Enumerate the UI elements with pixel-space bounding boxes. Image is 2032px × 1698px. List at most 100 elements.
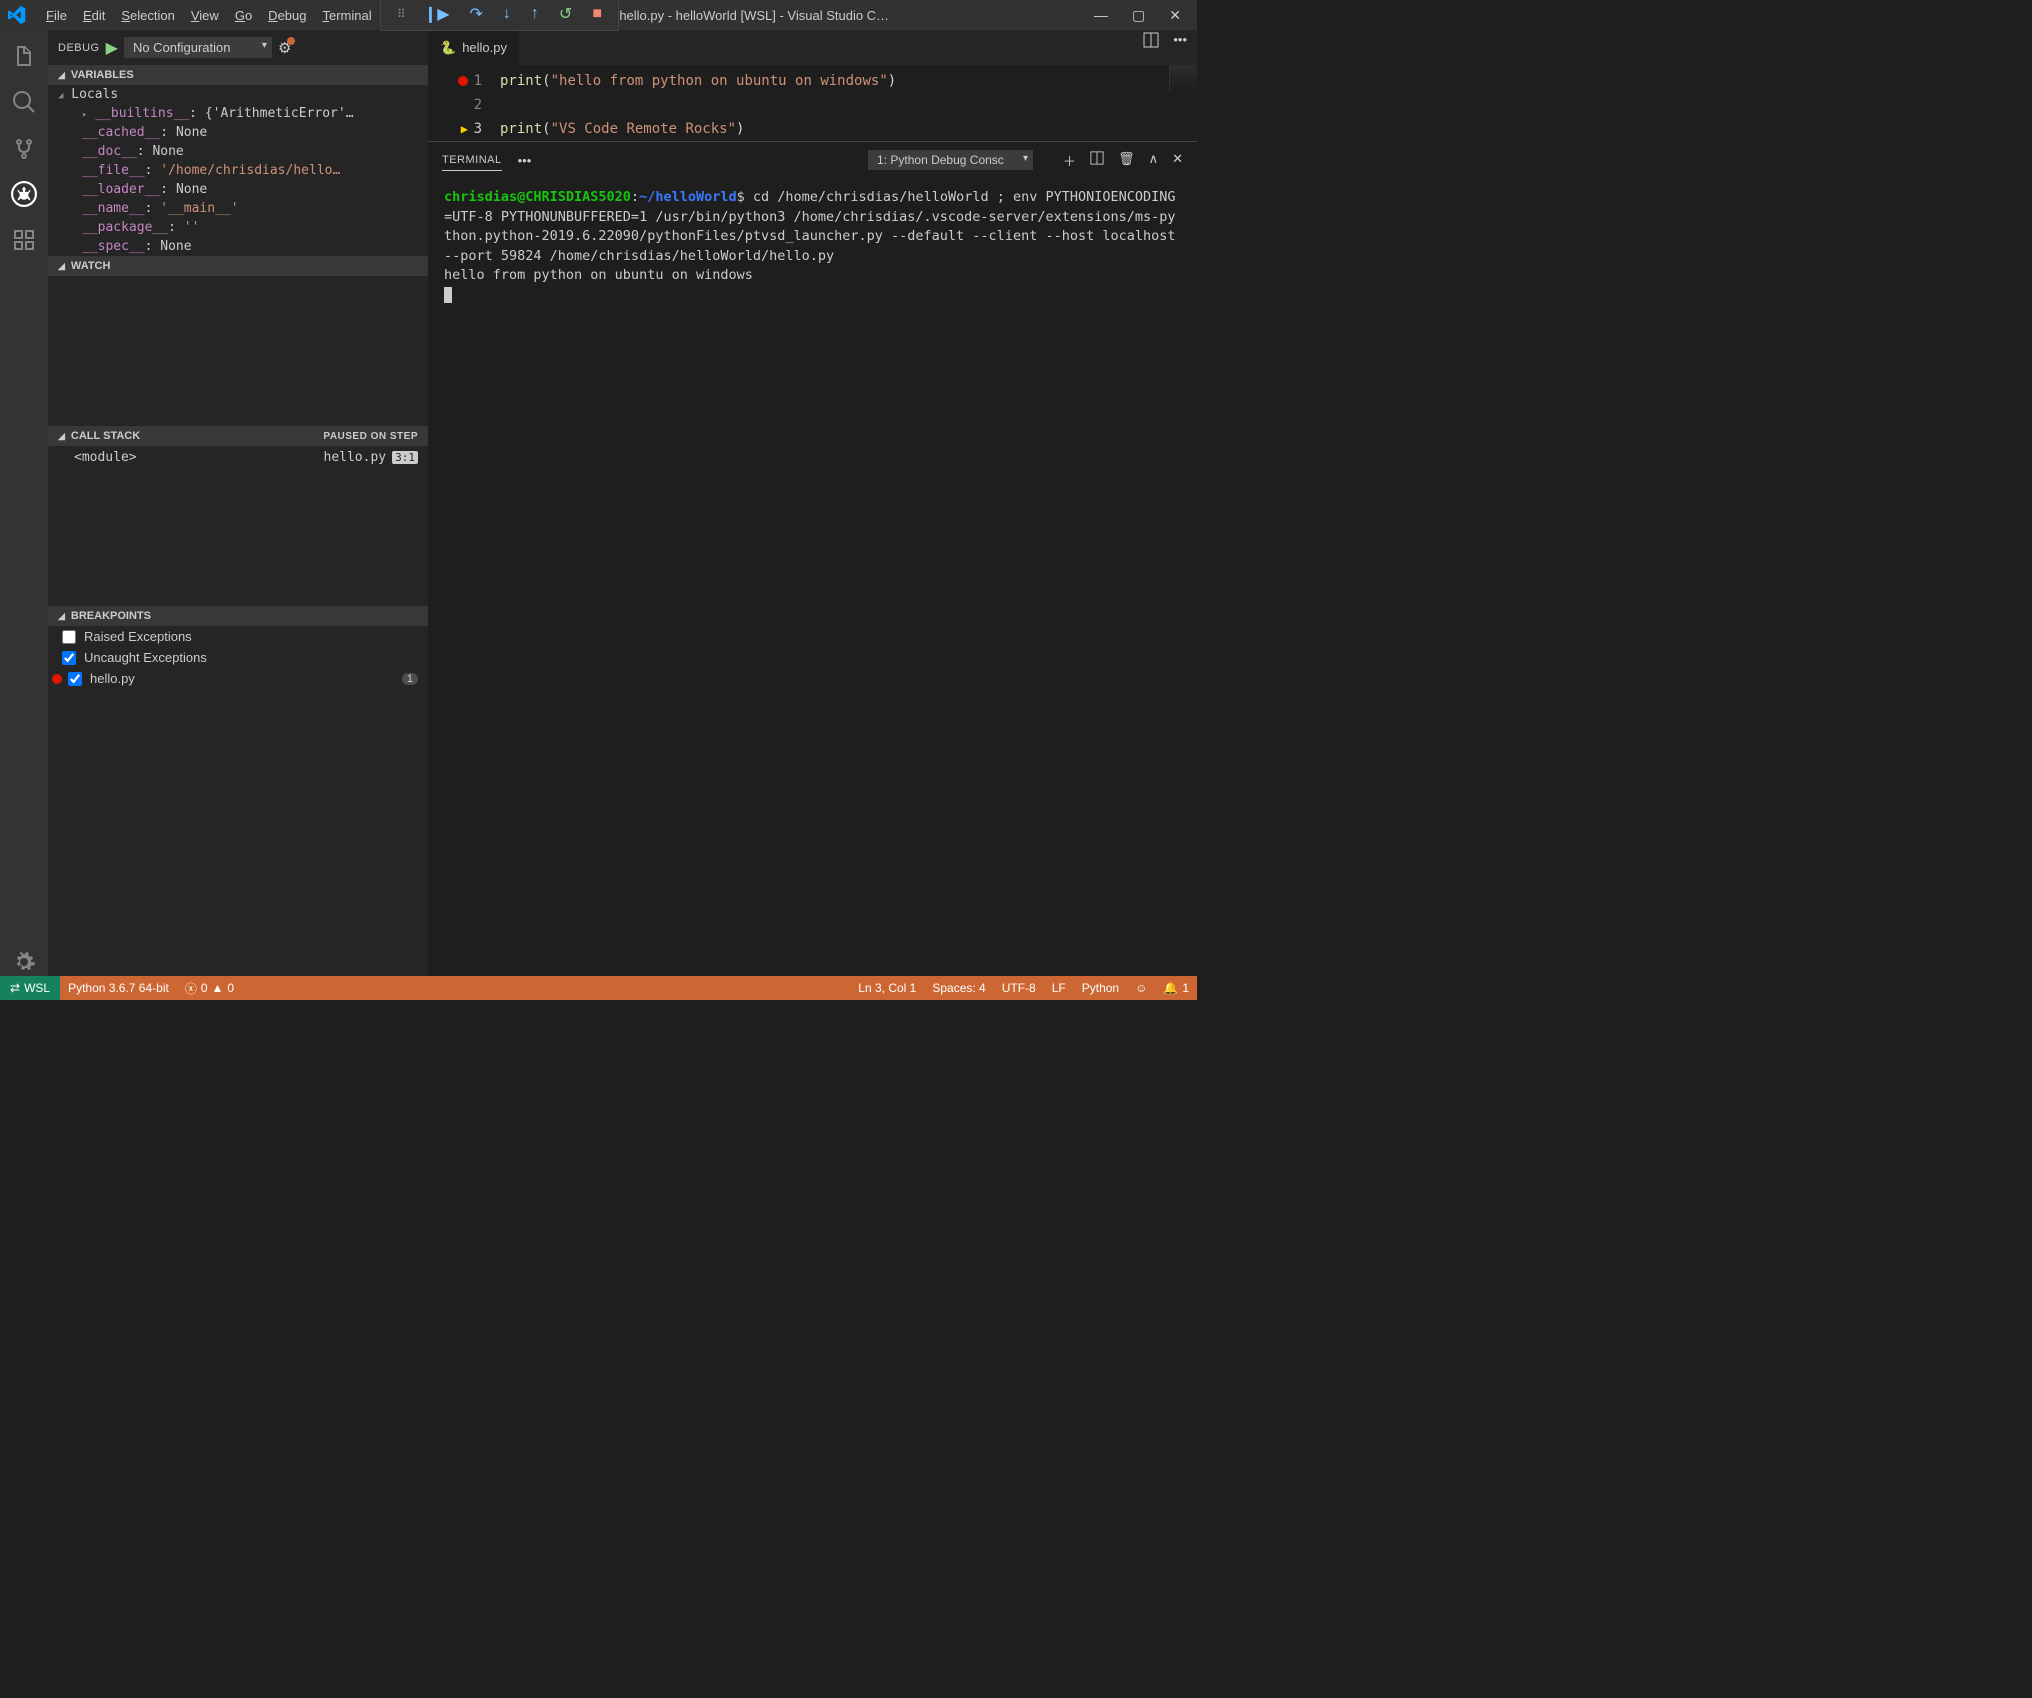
minimap[interactable] bbox=[1169, 65, 1197, 91]
gutter[interactable] bbox=[428, 76, 472, 86]
continue-button[interactable]: ❙▶ bbox=[424, 4, 450, 24]
settings-icon[interactable] bbox=[10, 948, 38, 976]
source-control-icon[interactable] bbox=[10, 134, 38, 162]
breakpoint-row[interactable]: hello.py 1 bbox=[48, 668, 428, 689]
panel: TERMINAL ••• 1: Python Debug Consc ＋ 🗑 ∧… bbox=[428, 141, 1197, 631]
code-line[interactable]: 2 bbox=[428, 93, 1197, 117]
variable-row[interactable]: ▸ __builtins__: {'ArithmeticError'… bbox=[48, 104, 428, 123]
encoding[interactable]: UTF-8 bbox=[994, 976, 1044, 1000]
menu-view[interactable]: View bbox=[183, 8, 227, 23]
breakpoint-checkbox[interactable] bbox=[62, 651, 76, 665]
breakpoint-label: Uncaught Exceptions bbox=[84, 650, 207, 665]
chevron-right-icon: ▸ bbox=[82, 110, 87, 120]
debug-toolbar[interactable]: ⠿ ❙▶ ↷ ↓ ↑ ↺ ■ bbox=[380, 0, 619, 31]
stop-button[interactable]: ■ bbox=[592, 5, 602, 23]
menu-file[interactable]: File bbox=[38, 8, 75, 23]
new-terminal-button[interactable]: ＋ bbox=[1063, 151, 1076, 170]
variable-row[interactable]: __package__: '' bbox=[48, 218, 428, 237]
gutter[interactable]: ▶ bbox=[428, 122, 472, 136]
minimize-button[interactable]: — bbox=[1094, 7, 1108, 24]
variable-row[interactable]: __spec__: None bbox=[48, 237, 428, 256]
current-line-icon: ▶ bbox=[461, 122, 468, 136]
breakpoint-row[interactable]: Raised Exceptions bbox=[48, 626, 428, 647]
remote-indicator[interactable]: ⇄WSL bbox=[0, 976, 60, 1000]
variables-section-header[interactable]: VARIABLES bbox=[48, 65, 428, 85]
extensions-icon[interactable] bbox=[10, 226, 38, 254]
callstack-section-header[interactable]: CALL STACKPAUSED ON STEP bbox=[48, 426, 428, 446]
breakpoint-label: Raised Exceptions bbox=[84, 629, 192, 644]
close-button[interactable]: ✕ bbox=[1169, 7, 1181, 24]
feedback-button[interactable]: ☺ bbox=[1127, 976, 1155, 1000]
watch-section-header[interactable]: WATCH bbox=[48, 256, 428, 276]
code-line[interactable]: ▶3print("VS Code Remote Rocks") bbox=[428, 117, 1197, 141]
cursor-position[interactable]: Ln 3, Col 1 bbox=[850, 976, 924, 1000]
variable-row[interactable]: __cached__: None bbox=[48, 123, 428, 142]
breakpoint-checkbox[interactable] bbox=[68, 672, 82, 686]
vscode-logo-icon bbox=[8, 6, 26, 24]
line-number: 1 bbox=[472, 73, 500, 89]
terminal-tab[interactable]: TERMINAL bbox=[442, 150, 502, 171]
menu-terminal[interactable]: Terminal bbox=[314, 8, 379, 23]
more-actions-button[interactable]: ••• bbox=[1173, 32, 1187, 51]
grip-icon[interactable]: ⠿ bbox=[397, 7, 404, 21]
terminal-select[interactable]: 1: Python Debug Consc bbox=[868, 150, 1033, 170]
maximize-panel-button[interactable]: ∧ bbox=[1149, 151, 1159, 170]
more-panels-button[interactable]: ••• bbox=[518, 153, 532, 168]
menu-go[interactable]: Go bbox=[227, 8, 260, 23]
language-mode[interactable]: Python bbox=[1074, 976, 1127, 1000]
window-controls: — ▢ ✕ bbox=[1086, 7, 1189, 24]
activity-bar bbox=[0, 30, 48, 976]
menu-edit[interactable]: Edit bbox=[75, 8, 113, 23]
step-out-button[interactable]: ↑ bbox=[531, 5, 539, 23]
split-terminal-button[interactable] bbox=[1090, 151, 1104, 170]
terminal-body[interactable]: chrisdias@CHRISDIAS5020:~/helloWorld$ cd… bbox=[428, 178, 1197, 631]
variable-row[interactable]: __file__: '/home/chrisdias/hello… bbox=[48, 161, 428, 180]
close-panel-button[interactable]: ✕ bbox=[1172, 151, 1183, 170]
menu-debug[interactable]: Debug bbox=[260, 8, 314, 23]
callstack-status: PAUSED ON STEP bbox=[323, 431, 418, 442]
split-editor-button[interactable] bbox=[1143, 32, 1159, 51]
editor-tab[interactable]: 🐍 hello.py bbox=[428, 30, 520, 65]
breakpoint-badge: 1 bbox=[402, 673, 418, 685]
notifications-button[interactable]: 🔔1 bbox=[1155, 976, 1197, 1000]
debug-icon[interactable] bbox=[10, 180, 38, 208]
watch-body bbox=[48, 276, 428, 426]
menu-selection[interactable]: Selection bbox=[113, 8, 182, 23]
step-into-button[interactable]: ↓ bbox=[503, 5, 511, 23]
variable-row[interactable]: __loader__: None bbox=[48, 180, 428, 199]
problems-button[interactable]: ⓧ0 ▲0 bbox=[177, 976, 242, 1000]
chevron-down-icon bbox=[58, 69, 65, 81]
breakpoint-row[interactable]: Uncaught Exceptions bbox=[48, 647, 428, 668]
debug-config-select[interactable]: No Configuration bbox=[124, 37, 272, 58]
code-editor[interactable]: 1print("hello from python on ubuntu on w… bbox=[428, 65, 1197, 141]
breakpoint-dot-icon bbox=[458, 76, 468, 86]
step-over-button[interactable]: ↷ bbox=[470, 4, 483, 24]
breakpoints-section-header[interactable]: BREAKPOINTS bbox=[48, 606, 428, 626]
restart-button[interactable]: ↺ bbox=[559, 4, 572, 24]
maximize-button[interactable]: ▢ bbox=[1132, 7, 1145, 24]
eol[interactable]: LF bbox=[1044, 976, 1074, 1000]
editor-area: ⠿ ❙▶ ↷ ↓ ↑ ↺ ■ ••• 🐍 hello.py 1print("he… bbox=[428, 30, 1197, 976]
locals-header[interactable]: ◢ Locals bbox=[48, 85, 428, 104]
breakpoint-checkbox[interactable] bbox=[62, 630, 76, 644]
chevron-down-icon: ◢ bbox=[58, 91, 63, 101]
search-icon[interactable] bbox=[10, 88, 38, 116]
start-debug-button[interactable]: ▶ bbox=[106, 38, 118, 58]
chevron-down-icon bbox=[58, 610, 65, 622]
kill-terminal-button[interactable]: 🗑 bbox=[1118, 151, 1135, 170]
explorer-icon[interactable] bbox=[10, 42, 38, 70]
code-line[interactable]: 1print("hello from python on ubuntu on w… bbox=[428, 69, 1197, 93]
python-env[interactable]: Python 3.6.7 64-bit bbox=[60, 976, 177, 1000]
python-file-icon: 🐍 bbox=[440, 40, 456, 56]
debug-label: DEBUG bbox=[58, 42, 100, 54]
indentation[interactable]: Spaces: 4 bbox=[924, 976, 993, 1000]
warning-icon: ▲ bbox=[212, 981, 224, 995]
variable-row[interactable]: __name__: '__main__' bbox=[48, 199, 428, 218]
callstack-row[interactable]: <module>hello.py3:1 bbox=[48, 446, 428, 469]
debug-settings-button[interactable]: ⚙ bbox=[278, 39, 291, 57]
variable-row[interactable]: __doc__: None bbox=[48, 142, 428, 161]
breakpoints-body: Raised Exceptions Uncaught Exceptions hell… bbox=[48, 626, 428, 691]
status-bar: ⇄WSL Python 3.6.7 64-bit ⓧ0 ▲0 Ln 3, Col… bbox=[0, 976, 1197, 1000]
line-number: 3 bbox=[472, 121, 500, 137]
breakpoint-label: hello.py bbox=[90, 671, 135, 686]
